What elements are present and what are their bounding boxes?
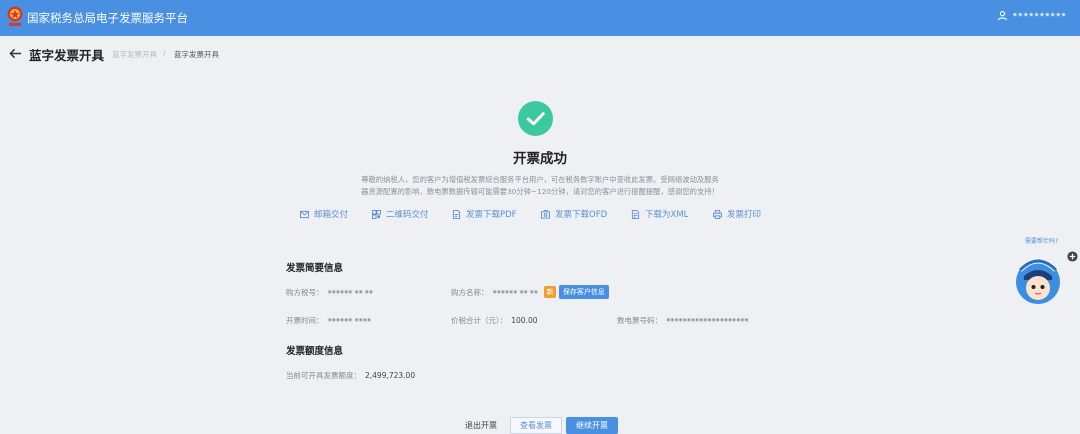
quota-info-title: 发票额度信息 (286, 346, 344, 357)
qrcode-delivery-link[interactable]: 二维码交付 (372, 208, 452, 220)
field-label: 开票时间： (286, 316, 324, 325)
back-arrow-icon[interactable] (9, 47, 22, 60)
issue-time-field: 开票时间： •••••• •••• (286, 315, 371, 326)
invoice-number-value: •••••••••••••••••••• (666, 316, 749, 325)
notice-line: 器资源配置的影响，数电票数据传输可能需要30分钟~120分钟，请对您的客户进行提… (361, 187, 719, 196)
buyer-tax-number-field: 购方税号： •••••• •• •• (286, 287, 373, 298)
user-icon (997, 11, 1008, 21)
available-quota-field: 当前可开具发票额度： 2,499,723.00 (286, 370, 415, 381)
email-delivery-link[interactable]: 邮箱交付 (300, 208, 372, 220)
action-label: 发票下载PDF (466, 210, 517, 220)
download-pdf-link[interactable]: 发票下载PDF (452, 208, 541, 220)
total-amount-value: 100.00 (511, 316, 538, 325)
breadcrumb-current: 蓝字发票开具 (174, 50, 219, 59)
success-check-icon (518, 101, 553, 136)
field-label: 当前可开具发票额度： (286, 371, 361, 380)
breadcrumb-separator: / (163, 49, 166, 58)
top-bar: 国家税务总局电子发票服务平台 •••••••••• (0, 0, 1080, 36)
download-xml-link[interactable]: 下载为XML (631, 208, 713, 220)
user-menu[interactable]: •••••••••• (997, 10, 1066, 21)
page-header: 蓝字发票开具 蓝字发票开具 / 蓝字发票开具 (0, 36, 1080, 72)
plus-icon[interactable] (1067, 251, 1078, 262)
pdf-icon (452, 209, 461, 219)
mail-icon (300, 210, 309, 218)
continue-invoicing-button[interactable]: 继续开票 (566, 417, 618, 434)
tax-emblem-icon (7, 6, 23, 26)
total-amount-field: 价税合计（元）： 100.00 (451, 315, 538, 326)
invoice-number-field: 数电票号码： •••••••••••••••••••• (617, 315, 749, 326)
download-ofd-link[interactable]: 发票下载OFD (541, 208, 631, 220)
user-name: •••••••••• (1012, 10, 1066, 21)
success-title: 开票成功 (513, 151, 567, 167)
field-label: 购方名称： (451, 287, 489, 297)
new-customer-badge: 新 (543, 286, 556, 298)
action-label: 发票打印 (727, 210, 762, 220)
exit-invoicing-button[interactable]: 退出开票 (455, 417, 507, 434)
breadcrumb-item[interactable]: 蓝字发票开具 (112, 49, 157, 60)
action-label: 发票下载OFD (555, 210, 608, 220)
view-invoice-button[interactable]: 查看发票 (510, 417, 562, 434)
buyer-name-field: 购方名称： •••••• •• •• 新 保存客户信息 (451, 285, 609, 299)
buyer-tax-number-value: •••••• •• •• (327, 288, 374, 297)
printer-icon (713, 209, 722, 219)
notice-line: 尊敬的纳税人，您的客户为增值税发票综合服务平台用户，可在税务数字账户中查收此发票… (361, 175, 719, 184)
issue-time-value: •••••• •••• (327, 316, 372, 325)
assistant-mascot-icon[interactable] (1012, 250, 1064, 306)
available-quota-value: 2,499,723.00 (365, 371, 416, 380)
save-customer-button[interactable]: 保存客户信息 (558, 285, 609, 299)
field-label: 价税合计（元）： (451, 316, 508, 325)
action-label: 邮箱交付 (314, 210, 349, 220)
assistant-help-label[interactable]: 需要帮忙吗? (1025, 236, 1058, 245)
app-title: 国家税务总局电子发票服务平台 (27, 11, 188, 25)
success-notice: 尊敬的纳税人，您的客户为增值税发票综合服务平台用户，可在税务数字账户中查收此发票… (325, 174, 755, 198)
field-label: 购方税号： (286, 288, 324, 297)
action-label: 二维码交付 (386, 210, 429, 220)
print-invoice-link[interactable]: 发票打印 (713, 208, 783, 220)
page-title: 蓝字发票开具 (29, 48, 105, 63)
field-label: 数电票号码： (617, 316, 662, 325)
qrcode-icon (372, 209, 381, 219)
action-label: 下载为XML (645, 210, 689, 220)
invoice-summary-title: 发票简要信息 (286, 263, 344, 274)
ofd-icon (541, 209, 550, 219)
xml-icon (631, 209, 640, 219)
delivery-actions: 邮箱交付 二维码交付 发票下载PDF 发票下载OFD 下载为XML 发票打印 (300, 208, 783, 220)
buyer-name-value: •••••• •• •• (492, 287, 539, 297)
